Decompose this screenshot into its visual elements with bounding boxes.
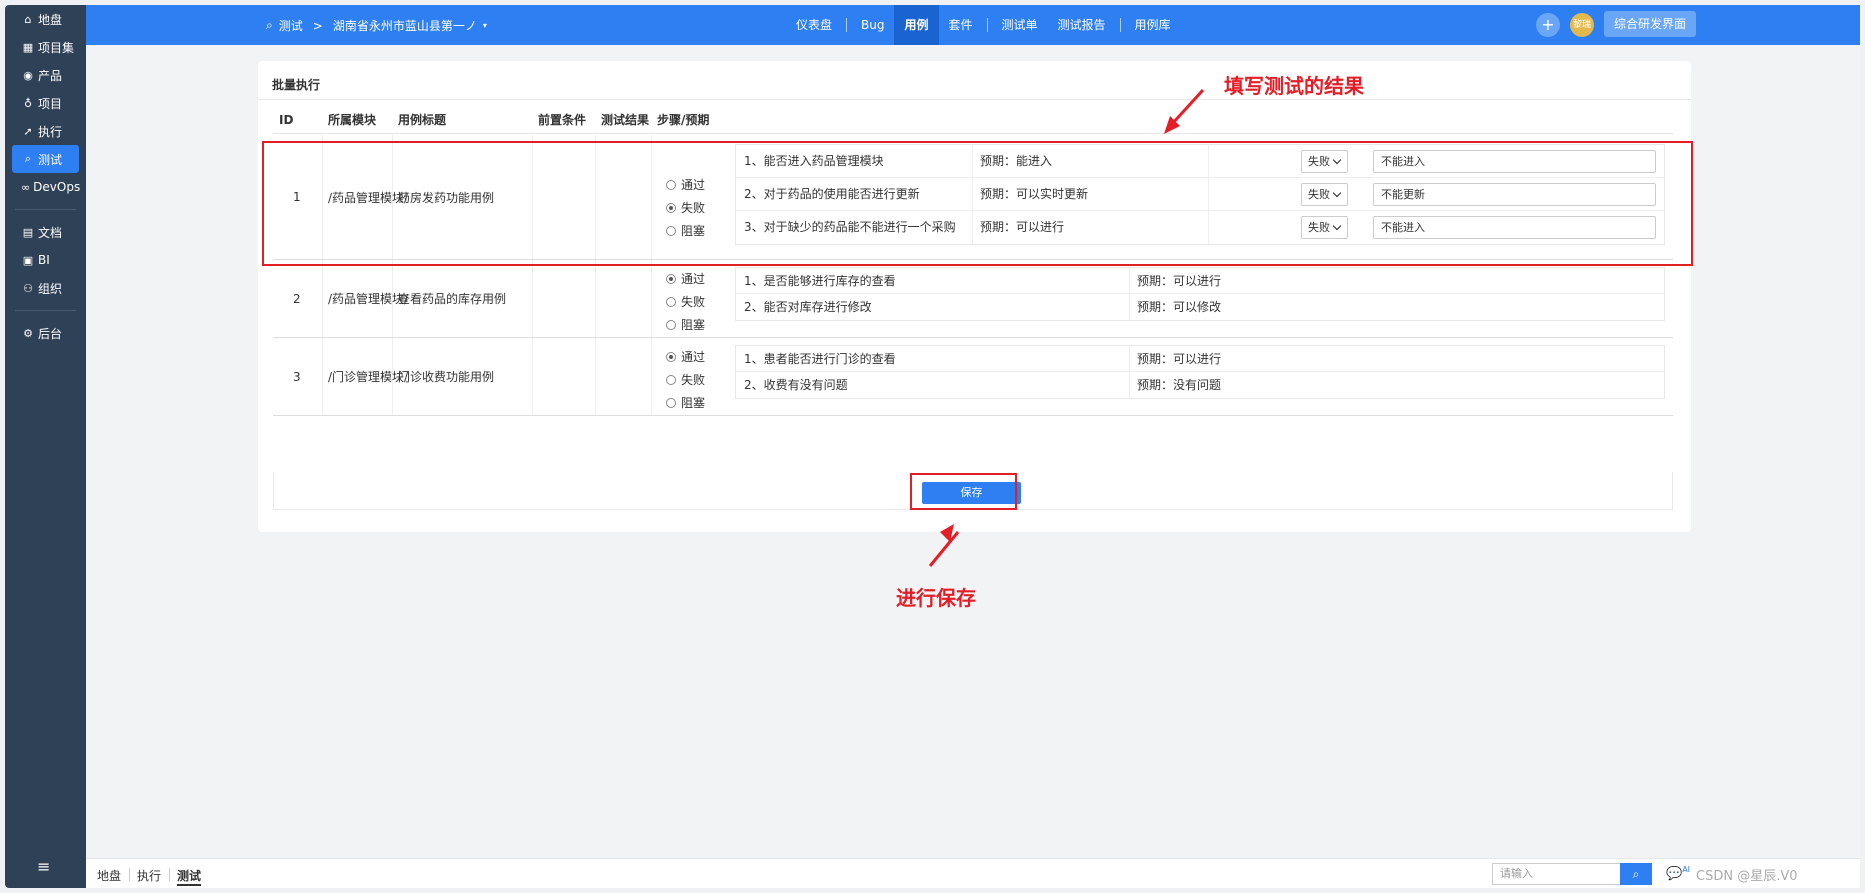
annotation-arrows — [928, 88, 1205, 567]
footer-search-input[interactable]: 请输入 — [1492, 863, 1622, 885]
footer-tab-test[interactable]: 测试 — [177, 867, 202, 886]
footer-tab-dashboard[interactable]: 地盘 — [97, 867, 121, 884]
annotation-fill-results: 填写测试的结果 — [1224, 74, 1364, 98]
arrow-line — [928, 531, 960, 567]
search-icon[interactable]: ⌕ — [1620, 863, 1652, 885]
annotation-save: 进行保存 — [896, 586, 976, 610]
ai-chat-icon[interactable]: 💬AI — [1666, 865, 1690, 881]
footer-divider — [169, 868, 170, 881]
ai-label: AI — [1682, 865, 1691, 874]
footer-tab-execution[interactable]: 执行 — [137, 867, 161, 884]
footer-divider — [129, 868, 130, 881]
footer-bar: 地盘 执行 测试 请输入 ⌕ 💬AI CSDN @星辰.V0 — [86, 858, 1860, 888]
watermark: CSDN @星辰.V0 — [1696, 869, 1798, 884]
arrow-line — [1170, 88, 1205, 126]
